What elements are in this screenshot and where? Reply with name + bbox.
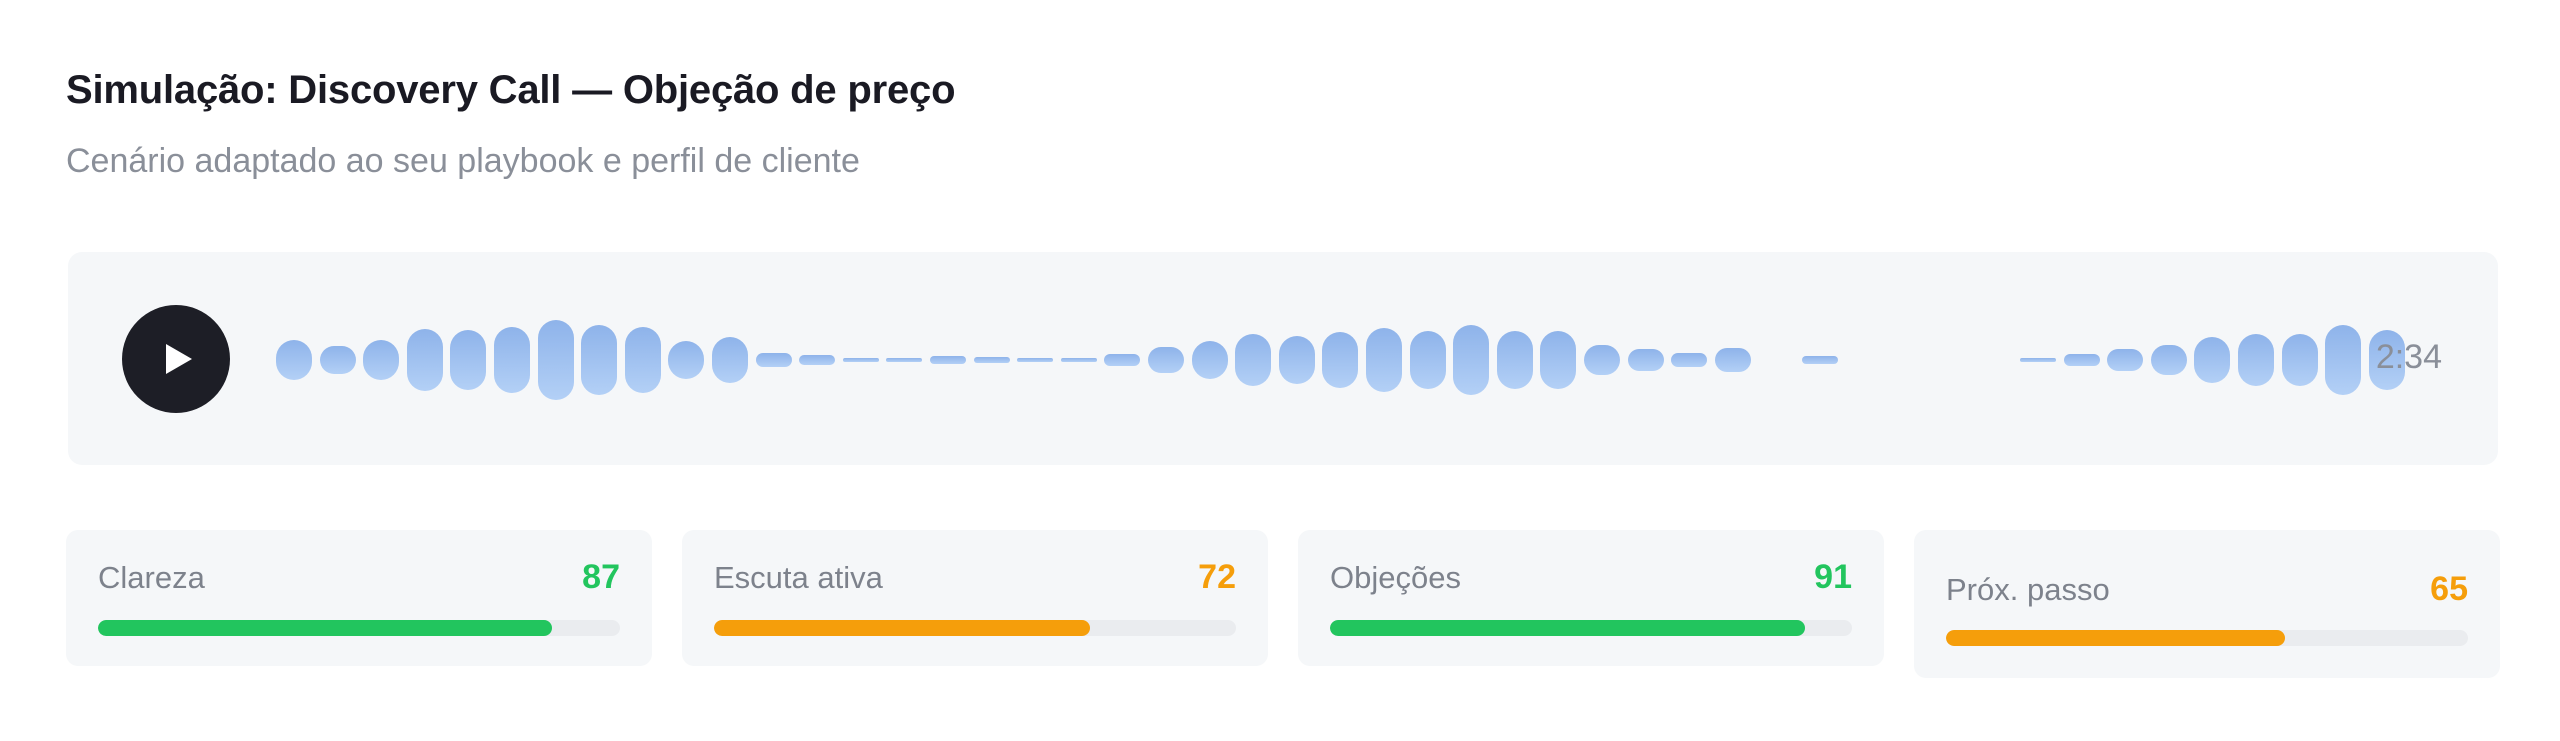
waveform-bar bbox=[581, 325, 618, 395]
waveform-bar bbox=[2150, 345, 2187, 375]
waveform-bar bbox=[494, 327, 530, 393]
metric-progress-fill bbox=[1946, 630, 2286, 646]
waveform-bar bbox=[1627, 349, 1664, 371]
waveform-bar bbox=[1148, 347, 1184, 373]
waveform-bar bbox=[276, 340, 312, 380]
metric-progress-track bbox=[714, 620, 1236, 636]
metric-progress-track bbox=[1330, 620, 1852, 636]
metric-label: Próx. passo bbox=[1946, 572, 2110, 607]
waveform-bar bbox=[973, 357, 1010, 363]
audio-player: 2:34 bbox=[68, 252, 2498, 465]
metric-card-clareza: Clareza 87 bbox=[66, 530, 652, 666]
metric-label: Escuta ativa bbox=[714, 560, 883, 595]
metric-card-prox-passo: Próx. passo 65 bbox=[1914, 530, 2500, 678]
metric-progress-track bbox=[1946, 630, 2468, 646]
waveform-bar bbox=[1714, 348, 1751, 372]
metric-label: Clareza bbox=[98, 560, 205, 595]
page-title: Simulação: Discovery Call — Objeção de p… bbox=[66, 68, 956, 112]
waveform-bar bbox=[1060, 358, 1097, 362]
waveform-bar bbox=[2063, 354, 2100, 366]
waveform-bar bbox=[624, 327, 661, 393]
waveform-bar bbox=[2238, 334, 2274, 386]
metric-progress-track bbox=[98, 620, 620, 636]
waveform-bar bbox=[842, 358, 879, 362]
waveform-bar bbox=[2281, 334, 2318, 386]
audio-duration: 2:34 bbox=[2375, 338, 2442, 376]
waveform-bar bbox=[799, 355, 836, 365]
waveform-bar bbox=[1191, 341, 1228, 379]
waveform-bar bbox=[537, 320, 574, 400]
waveform-bar bbox=[1278, 336, 1315, 384]
waveform-bar bbox=[755, 353, 792, 367]
audio-waveform[interactable] bbox=[68, 252, 2498, 465]
waveform-bar bbox=[886, 358, 923, 362]
waveform-bar bbox=[1671, 353, 1708, 367]
metric-progress-fill bbox=[1330, 620, 1806, 636]
metric-score: 65 bbox=[2430, 570, 2468, 608]
metric-score: 87 bbox=[582, 558, 620, 596]
metric-card-escuta-ativa: Escuta ativa 72 bbox=[682, 530, 1268, 666]
waveform-bar bbox=[1802, 356, 1838, 364]
waveform-bar bbox=[1235, 334, 1272, 386]
waveform-bar bbox=[1496, 331, 1533, 389]
waveform-bar bbox=[1104, 354, 1141, 366]
waveform-bar bbox=[363, 340, 400, 380]
waveform-bar bbox=[930, 356, 966, 364]
metric-progress-fill bbox=[98, 620, 553, 636]
waveform-bar bbox=[1366, 328, 1402, 392]
waveform-bar bbox=[1322, 332, 1359, 388]
waveform-bar bbox=[2107, 349, 2144, 371]
metric-score: 72 bbox=[1198, 558, 1236, 596]
metric-progress-fill bbox=[714, 620, 1090, 636]
waveform-bar bbox=[2325, 325, 2362, 395]
waveform-bar bbox=[1409, 331, 1446, 389]
waveform-bar bbox=[2194, 337, 2231, 383]
waveform-bar bbox=[1453, 325, 1490, 395]
waveform-bar bbox=[668, 341, 705, 379]
metric-score: 91 bbox=[1814, 558, 1852, 596]
metric-card-objecoes: Objeções 91 bbox=[1298, 530, 1884, 666]
waveform-bar bbox=[1017, 358, 1054, 362]
page-subtitle: Cenário adaptado ao seu playbook e perfi… bbox=[66, 142, 860, 180]
waveform-bar bbox=[2020, 358, 2056, 362]
waveform-bar bbox=[406, 329, 443, 391]
waveform-bar bbox=[1584, 345, 1620, 375]
waveform-bar bbox=[712, 337, 748, 383]
waveform-bar bbox=[319, 346, 356, 374]
waveform-bar bbox=[450, 330, 487, 390]
metric-label: Objeções bbox=[1330, 560, 1461, 595]
waveform-bar bbox=[1540, 331, 1577, 389]
